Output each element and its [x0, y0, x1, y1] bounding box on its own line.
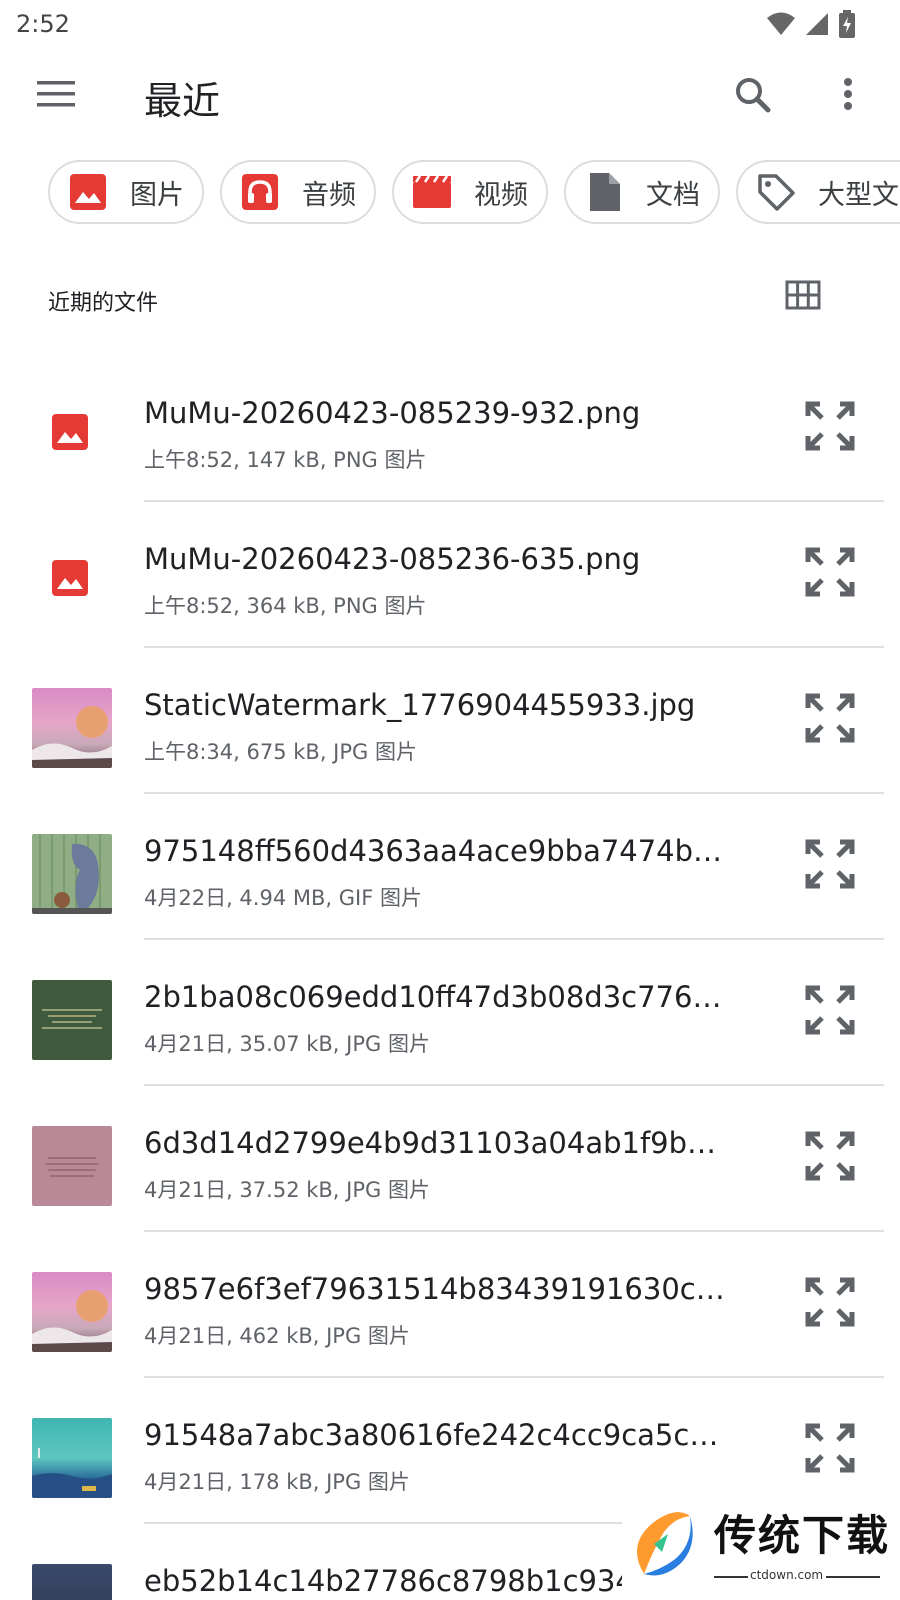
thumbnail-ocean-scene	[32, 1418, 112, 1498]
file-name: MuMu-20260423-085239-932.png	[144, 396, 641, 430]
status-time: 2:52	[16, 10, 70, 38]
file-row[interactable]: 6d3d14d2799e4b9d31103a04ab1f9b8… 4月21日, …	[0, 1086, 900, 1232]
thumbnail-green-text-card	[32, 980, 112, 1060]
chip-label: 图片	[130, 179, 184, 211]
watermark-logo: 传统下载 ctdown.com	[622, 1496, 890, 1600]
grid-view-icon	[785, 280, 821, 310]
chip-label: 大型文	[818, 179, 899, 211]
headphones-icon	[240, 172, 280, 212]
file-meta: 4月21日, 35.07 kB, JPG 图片	[144, 1032, 430, 1056]
menu-button[interactable]	[30, 68, 82, 120]
chip-large-files[interactable]: 大型文	[736, 160, 900, 224]
file-name: 9857e6f3ef79631514b83439191630ca…	[144, 1272, 729, 1306]
tag-icon	[756, 172, 796, 212]
chip-audio[interactable]: 音频	[220, 160, 376, 224]
status-bar: 2:52	[0, 0, 900, 48]
filter-chips: 图片 音频 视频 文档 大型文	[48, 160, 900, 224]
thumbnail-cartoon-cat	[32, 834, 112, 914]
watermark-rule	[826, 1576, 880, 1578]
chip-documents[interactable]: 文档	[564, 160, 720, 224]
watermark-text: 传统下载	[714, 1511, 891, 1560]
file-name: MuMu-20260423-085236-635.png	[144, 542, 641, 576]
file-row[interactable]: 975148ff560d4363aa4ace9bba7474b4… 4月22日,…	[0, 794, 900, 940]
watermark-url: ctdown.com	[750, 1568, 824, 1582]
file-row[interactable]: MuMu-20260423-085236-635.png 上午8:52, 364…	[0, 502, 900, 648]
file-name: 2b1ba08c069edd10ff47d3b08d3c7763…	[144, 980, 729, 1014]
file-row[interactable]: StaticWatermark_1776904455933.jpg 上午8:34…	[0, 648, 900, 794]
image-icon	[52, 414, 88, 450]
search-button[interactable]	[730, 72, 778, 120]
file-name: 6d3d14d2799e4b9d31103a04ab1f9b8…	[144, 1126, 729, 1160]
file-row[interactable]: 2b1ba08c069edd10ff47d3b08d3c7763… 4月21日,…	[0, 940, 900, 1086]
more-vert-icon	[844, 78, 852, 110]
file-meta: 4月21日, 462 kB, JPG 图片	[144, 1324, 410, 1348]
more-options-button[interactable]	[824, 72, 872, 120]
watermark-rule	[714, 1576, 748, 1578]
file-meta: 4月21日, 178 kB, JPG 图片	[144, 1470, 410, 1494]
expand-icon[interactable]	[804, 692, 856, 744]
section-title: 近期的文件	[48, 291, 159, 316]
thumbnail-dark-scene	[32, 1564, 112, 1600]
image-icon	[68, 172, 108, 212]
thumbnail-pink-landscape	[32, 688, 112, 768]
grid-view-button[interactable]	[785, 280, 825, 320]
chip-label: 音频	[302, 179, 356, 211]
thumbnail-pink-text-card	[32, 1126, 112, 1206]
status-icons	[766, 10, 856, 38]
expand-icon[interactable]	[804, 838, 856, 890]
watermark-logo-icon	[636, 1512, 693, 1576]
file-meta: 上午8:34, 675 kB, JPG 图片	[144, 740, 417, 764]
file-name: 91548a7abc3a80616fe242c4cc9ca5c2…	[144, 1418, 729, 1452]
expand-icon[interactable]	[804, 1422, 856, 1474]
signal-icon	[806, 13, 828, 35]
image-icon	[52, 560, 88, 596]
expand-icon[interactable]	[804, 546, 856, 598]
file-row[interactable]: 9857e6f3ef79631514b83439191630ca… 4月21日,…	[0, 1232, 900, 1378]
file-meta: 上午8:52, 364 kB, PNG 图片	[144, 594, 427, 618]
expand-icon[interactable]	[804, 1130, 856, 1182]
chip-images[interactable]: 图片	[48, 160, 204, 224]
page-title: 最近	[144, 79, 221, 123]
thumbnail-pink-landscape	[32, 1272, 112, 1352]
chip-video[interactable]: 视频	[392, 160, 548, 224]
file-name: StaticWatermark_1776904455933.jpg	[144, 688, 696, 722]
file-meta: 4月21日, 37.52 kB, JPG 图片	[144, 1178, 430, 1202]
battery-icon	[839, 10, 855, 38]
file-name: 975148ff560d4363aa4ace9bba7474b4…	[144, 834, 729, 868]
file-meta: 上午8:52, 147 kB, PNG 图片	[144, 448, 427, 472]
wifi-icon	[767, 12, 795, 35]
clapperboard-icon	[412, 172, 452, 212]
chip-label: 视频	[474, 179, 528, 211]
document-icon	[584, 172, 624, 212]
file-meta: 4月22日, 4.94 MB, GIF 图片	[144, 886, 422, 910]
hamburger-menu-icon	[37, 81, 75, 107]
app-toolbar: 最近	[0, 56, 900, 136]
search-icon	[736, 78, 771, 113]
expand-icon[interactable]	[804, 984, 856, 1036]
expand-icon[interactable]	[804, 1276, 856, 1328]
expand-icon[interactable]	[804, 400, 856, 452]
file-row[interactable]: MuMu-20260423-085239-932.png 上午8:52, 147…	[0, 356, 900, 502]
chip-label: 文档	[646, 179, 700, 211]
